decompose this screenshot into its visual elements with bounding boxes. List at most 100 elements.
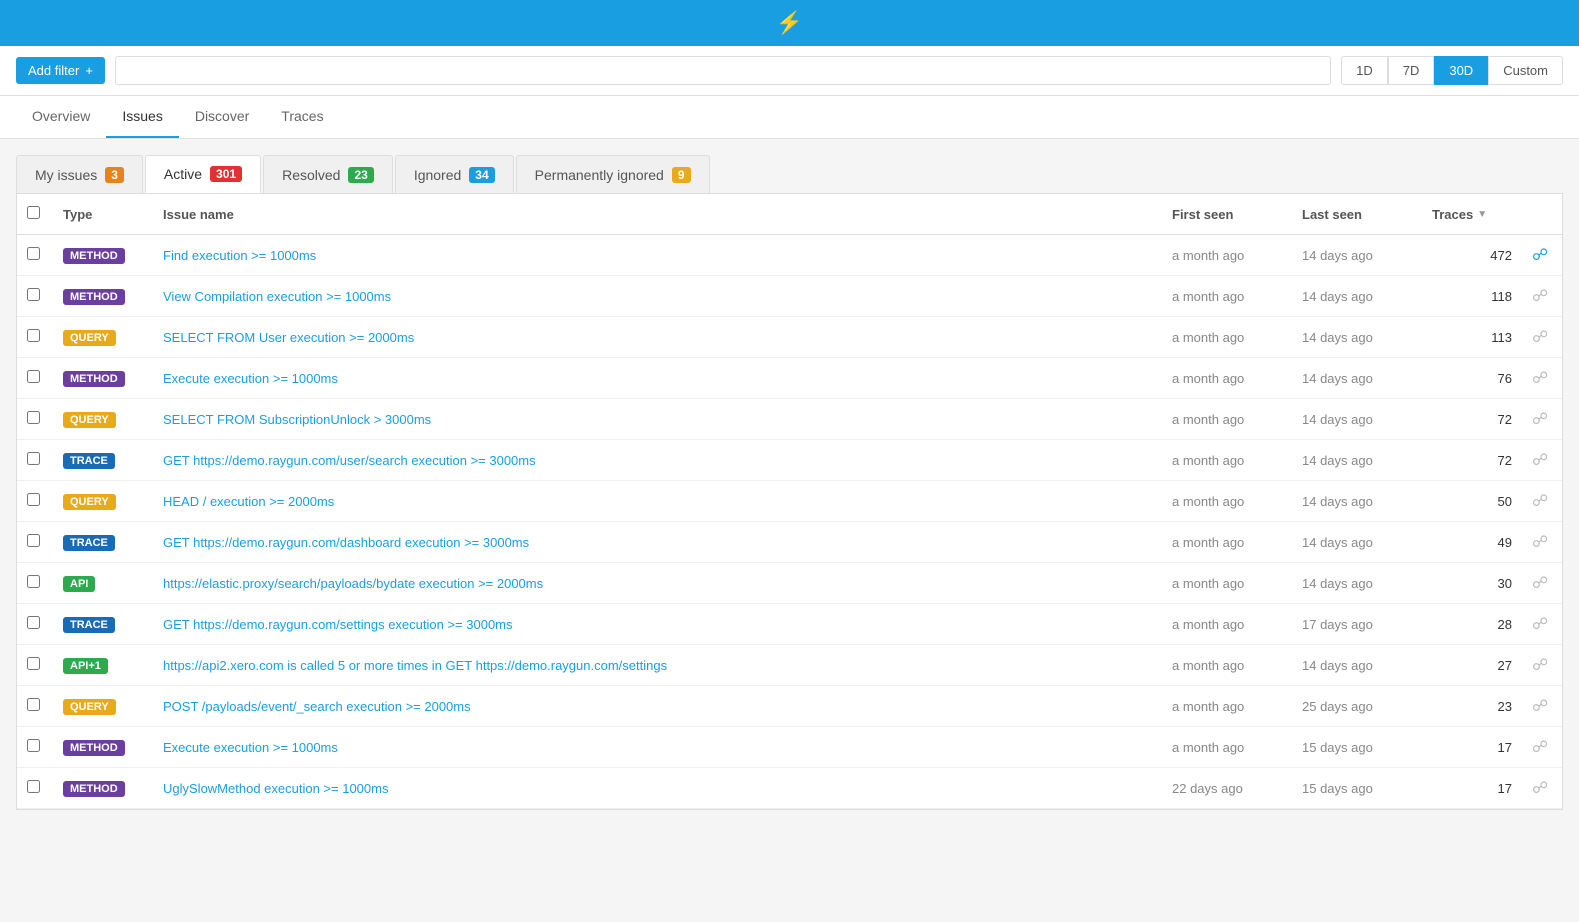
row-action-cell[interactable]: ☍ [1522,358,1562,399]
nav-tab-overview[interactable]: Overview [16,96,106,138]
nav-tabs: Overview Issues Discover Traces [0,96,1579,139]
row-checkbox-cell[interactable] [17,481,53,522]
add-filter-button[interactable]: Add filter + [16,57,105,84]
permanently-ignored-badge: 9 [672,167,691,183]
select-all-checkbox-header[interactable] [17,194,53,235]
issues-tab-resolved[interactable]: Resolved 23 [263,155,393,193]
issue-name-link[interactable]: Execute execution >= 1000ms [163,740,338,755]
issue-name-link[interactable]: UglySlowMethod execution >= 1000ms [163,781,388,796]
comment-icon[interactable]: ☍ [1532,329,1548,346]
comment-icon[interactable]: ☍ [1532,493,1548,510]
row-checkbox-cell[interactable] [17,276,53,317]
row-action-cell[interactable]: ☍ [1522,399,1562,440]
row-checkbox-cell[interactable] [17,686,53,727]
issue-name-link[interactable]: GET https://demo.raygun.com/user/search … [163,453,536,468]
row-action-cell[interactable]: ☍ [1522,604,1562,645]
th-traces[interactable]: Traces ▼ [1422,194,1522,235]
row-action-cell[interactable]: ☍ [1522,235,1562,276]
comment-icon[interactable]: ☍ [1532,657,1548,674]
row-checkbox[interactable] [27,780,40,793]
comment-icon[interactable]: ☍ [1532,616,1548,633]
row-checkbox[interactable] [27,452,40,465]
row-checkbox-cell[interactable] [17,522,53,563]
row-action-cell[interactable]: ☍ [1522,317,1562,358]
row-traces: 72 [1422,440,1522,481]
row-checkbox[interactable] [27,698,40,711]
row-checkbox-cell[interactable] [17,358,53,399]
issue-name-link[interactable]: SELECT FROM SubscriptionUnlock > 3000ms [163,412,431,427]
comment-icon[interactable]: ☍ [1532,780,1548,797]
filter-input[interactable] [115,56,1331,85]
time-btn-7d[interactable]: 7D [1388,56,1435,85]
row-checkbox[interactable] [27,739,40,752]
table-row: TRACE GET https://demo.raygun.com/dashbo… [17,522,1562,563]
row-action-cell[interactable]: ☍ [1522,276,1562,317]
row-checkbox[interactable] [27,329,40,342]
row-action-cell[interactable]: ☍ [1522,686,1562,727]
select-all-checkbox[interactable] [27,206,40,219]
issue-name-link[interactable]: HEAD / execution >= 2000ms [163,494,334,509]
issues-tab-ignored[interactable]: Ignored 34 [395,155,514,193]
row-action-cell[interactable]: ☍ [1522,645,1562,686]
row-action-cell[interactable]: ☍ [1522,522,1562,563]
row-checkbox-cell[interactable] [17,399,53,440]
row-type-cell: METHOD [53,768,153,809]
row-checkbox-cell[interactable] [17,645,53,686]
row-checkbox[interactable] [27,370,40,383]
issue-name-link[interactable]: Find execution >= 1000ms [163,248,316,263]
row-checkbox-cell[interactable] [17,440,53,481]
row-checkbox[interactable] [27,616,40,629]
comment-icon[interactable]: ☍ [1532,370,1548,387]
issue-name-link[interactable]: Execute execution >= 1000ms [163,371,338,386]
comment-icon[interactable]: ☍ [1532,288,1548,305]
issues-tab-permanently-ignored[interactable]: Permanently ignored 9 [516,155,710,193]
row-action-cell[interactable]: ☍ [1522,768,1562,809]
row-checkbox-cell[interactable] [17,235,53,276]
comment-icon[interactable]: ☍ [1532,698,1548,715]
row-checkbox[interactable] [27,493,40,506]
nav-tab-traces[interactable]: Traces [265,96,339,138]
issue-name-link[interactable]: https://api2.xero.com is called 5 or mor… [163,658,667,673]
row-checkbox[interactable] [27,288,40,301]
comment-icon[interactable]: ☍ [1532,452,1548,469]
row-checkbox-cell[interactable] [17,727,53,768]
row-action-cell[interactable]: ☍ [1522,440,1562,481]
issue-name-link[interactable]: View Compilation execution >= 1000ms [163,289,391,304]
row-action-cell[interactable]: ☍ [1522,727,1562,768]
issue-name-link[interactable]: SELECT FROM User execution >= 2000ms [163,330,414,345]
row-last-seen: 14 days ago [1292,235,1422,276]
row-checkbox[interactable] [27,657,40,670]
row-checkbox[interactable] [27,411,40,424]
time-btn-1d[interactable]: 1D [1341,56,1388,85]
row-traces: 17 [1422,727,1522,768]
row-name-cell: SELECT FROM User execution >= 2000ms [153,317,1162,358]
nav-tab-issues[interactable]: Issues [106,96,178,138]
issue-name-link[interactable]: POST /payloads/event/_search execution >… [163,699,471,714]
row-action-cell[interactable]: ☍ [1522,481,1562,522]
comment-icon[interactable]: ☍ [1532,739,1548,756]
row-checkbox[interactable] [27,247,40,260]
row-first-seen: a month ago [1162,645,1292,686]
row-checkbox-cell[interactable] [17,604,53,645]
comment-icon[interactable]: ☍ [1532,575,1548,592]
issue-name-link[interactable]: GET https://demo.raygun.com/dashboard ex… [163,535,529,550]
issues-tab-my-issues[interactable]: My issues 3 [16,155,143,193]
row-checkbox[interactable] [27,575,40,588]
comment-icon[interactable]: ☍ [1532,534,1548,551]
row-last-seen: 14 days ago [1292,522,1422,563]
issues-tab-active[interactable]: Active 301 [145,155,261,193]
issue-name-link[interactable]: GET https://demo.raygun.com/settings exe… [163,617,513,632]
comment-icon[interactable]: ☍ [1532,247,1548,264]
row-checkbox-cell[interactable] [17,768,53,809]
time-btn-30d[interactable]: 30D [1434,56,1488,85]
row-checkbox[interactable] [27,534,40,547]
row-type-cell: QUERY [53,686,153,727]
row-checkbox-cell[interactable] [17,317,53,358]
comment-icon[interactable]: ☍ [1532,411,1548,428]
row-checkbox-cell[interactable] [17,563,53,604]
time-btn-custom[interactable]: Custom [1488,56,1563,85]
row-action-cell[interactable]: ☍ [1522,563,1562,604]
nav-tab-discover[interactable]: Discover [179,96,265,138]
issue-name-link[interactable]: https://elastic.proxy/search/payloads/by… [163,576,543,591]
permanently-ignored-label: Permanently ignored [535,167,664,183]
